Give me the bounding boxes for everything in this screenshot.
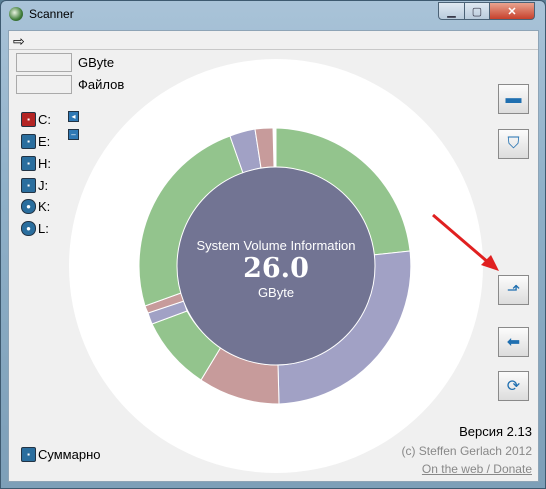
close-button[interactable]: ✕ — [489, 2, 535, 20]
summary-label: Суммарно — [38, 447, 101, 462]
refresh-button[interactable]: ⟳ — [498, 371, 529, 401]
recycle-bin-button[interactable]: ⛉ — [498, 129, 529, 159]
scanner-window: Scanner ▁ ▢ ✕ ⇨ GByte Файлов ▪ C: ▪ E: ▪… — [0, 0, 546, 489]
version-label: Версия 2.13 — [459, 424, 532, 439]
client-area: ⇨ GByte Файлов ▪ C: ▪ E: ▪ H: ▪ J: ● K: … — [8, 30, 539, 482]
annotation-arrow — [432, 213, 499, 271]
minimize-button[interactable]: ▁ — [438, 2, 465, 20]
summary-item[interactable]: ▪ Суммарно — [21, 447, 101, 462]
maximize-button[interactable]: ▢ — [464, 2, 490, 20]
scan-disk-button[interactable]: ▬ — [498, 84, 529, 114]
center-title: System Volume Information — [196, 238, 356, 253]
center-unit: GByte — [257, 285, 295, 300]
window-title: Scanner — [29, 7, 74, 21]
copyright-label: (c) Steffen Gerlach 2012 — [401, 444, 532, 458]
app-icon — [9, 7, 23, 21]
arrow-shaft — [432, 213, 490, 265]
back-button[interactable]: ⬅ — [498, 327, 529, 357]
web-donate-link[interactable]: On the web / Donate — [422, 462, 532, 476]
summary-drive-icon: ▪ — [21, 447, 36, 462]
title-bar[interactable]: Scanner ▁ ▢ ✕ — [1, 1, 545, 27]
center-value: 26.0 — [243, 253, 309, 284]
